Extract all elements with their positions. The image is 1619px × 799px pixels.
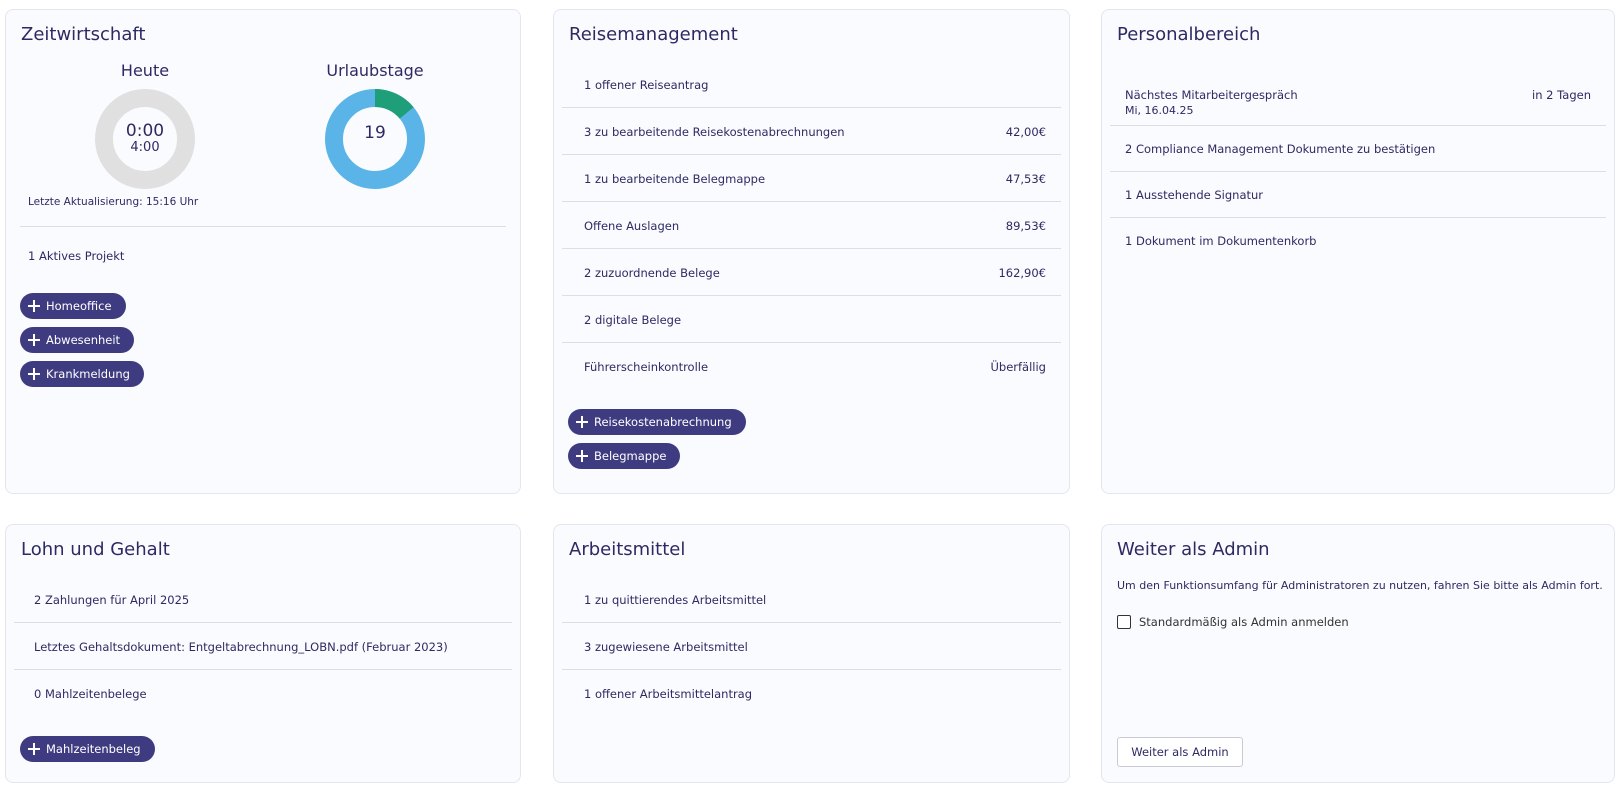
plus-icon bbox=[28, 300, 40, 312]
row-label: 1 offener Reiseantrag bbox=[584, 77, 709, 92]
row-label: Letztes Gehaltsdokument: Entgeltabrechnu… bbox=[34, 639, 448, 654]
lohn-row[interactable]: 0 Mahlzeitenbelege bbox=[14, 671, 512, 717]
personal-row[interactable]: 1 Ausstehende Signatur bbox=[1110, 172, 1606, 218]
lohn-row[interactable]: Letztes Gehaltsdokument: Entgeltabrechnu… bbox=[14, 624, 512, 670]
row-label: 1 Ausstehende Signatur bbox=[1125, 187, 1264, 202]
row-label: 2 Compliance Management Dokumente zu bes… bbox=[1125, 141, 1436, 156]
card-reisemanagement: Reisemanagement 1 offener Reiseantrag 3 … bbox=[553, 9, 1070, 494]
row-label: Führerscheinkontrolle bbox=[584, 360, 709, 374]
card-title: Reisemanagement bbox=[569, 24, 738, 45]
row-label: 3 zu bearbeitende Reisekostenabrechnunge… bbox=[584, 124, 845, 139]
today-value: 0:00 bbox=[125, 121, 165, 141]
active-project: 1 Aktives Projekt bbox=[28, 249, 125, 263]
card-title: Weiter als Admin bbox=[1117, 539, 1270, 560]
card-personalbereich: Personalbereich Nächstes Mitarbeitergesp… bbox=[1101, 9, 1615, 494]
next-talk-label: Nächstes Mitarbeitergespräch bbox=[1125, 88, 1298, 102]
last-update: Letzte Aktualisierung: 15:16 Uhr bbox=[28, 196, 199, 208]
card-arbeitsmittel: Arbeitsmittel 1 zu quittierendes Arbeits… bbox=[553, 524, 1070, 783]
continue-as-admin-button[interactable]: Weiter als Admin bbox=[1117, 737, 1243, 767]
add-abwesenheit-button[interactable]: Abwesenheit bbox=[20, 327, 135, 353]
checkbox-label[interactable]: Standardmäßig als Admin anmelden bbox=[1139, 615, 1349, 629]
card-title: Personalbereich bbox=[1117, 24, 1261, 45]
button-label: Reisekostenabrechnung bbox=[594, 415, 732, 429]
add-reisekostenabrechnung-button[interactable]: Reisekostenabrechnung bbox=[568, 409, 746, 435]
reise-row[interactable]: 2 zuzuordnende Belege 162,90€ bbox=[562, 250, 1061, 296]
add-belegmappe-button[interactable]: Belegmappe bbox=[568, 443, 681, 469]
card-title: Arbeitsmittel bbox=[569, 539, 686, 560]
row-label: 2 digitale Belege bbox=[584, 312, 682, 327]
button-label: Homeoffice bbox=[46, 299, 112, 313]
arbeitsmittel-row[interactable]: 1 offener Arbeitsmittelantrag bbox=[562, 671, 1061, 717]
card-lohn-und-gehalt: Lohn und Gehalt 2 Zahlungen für April 20… bbox=[5, 524, 521, 783]
row-label: 1 zu bearbeitende Belegmappe bbox=[584, 171, 766, 186]
admin-default-checkbox[interactable] bbox=[1117, 615, 1131, 629]
arbeitsmittel-row[interactable]: 1 zu quittierendes Arbeitsmittel bbox=[562, 577, 1061, 623]
row-value: Überfällig bbox=[990, 360, 1046, 374]
card-title: Zeitwirtschaft bbox=[21, 24, 146, 45]
row-label: Offene Auslagen bbox=[584, 218, 680, 233]
card-title: Lohn und Gehalt bbox=[21, 539, 170, 560]
divider bbox=[20, 226, 506, 227]
next-talk-row[interactable]: Nächstes Mitarbeitergespräch Mi, 16.04.2… bbox=[1110, 62, 1606, 126]
arbeitsmittel-row[interactable]: 3 zugewiesene Arbeitsmittel bbox=[562, 624, 1061, 670]
row-label: 1 Dokument im Dokumentenkorb bbox=[1125, 234, 1317, 248]
today-target: 4:00 bbox=[130, 140, 160, 155]
today-label: Heute bbox=[120, 61, 170, 80]
button-label: Krankmeldung bbox=[46, 367, 130, 381]
reise-row[interactable]: 1 offener Reiseantrag bbox=[562, 62, 1061, 108]
admin-description: Um den Funktionsumfang für Administrator… bbox=[1117, 579, 1603, 592]
row-label: 1 offener Arbeitsmittelantrag bbox=[584, 687, 753, 701]
personal-row[interactable]: 2 Compliance Management Dokumente zu bes… bbox=[1110, 126, 1606, 172]
reise-row[interactable]: Offene Auslagen 89,53€ bbox=[562, 203, 1061, 249]
plus-icon bbox=[28, 743, 40, 755]
active-project-row[interactable]: 1 Aktives Projekt bbox=[14, 233, 512, 279]
row-value: 47,53€ bbox=[1005, 171, 1046, 186]
card-admin: Weiter als Admin Um den Funktionsumfang … bbox=[1101, 524, 1615, 783]
vacation-label: Urlaubstage bbox=[326, 61, 424, 80]
row-label: 1 zu quittierendes Arbeitsmittel bbox=[584, 592, 767, 607]
row-value: 162,90€ bbox=[998, 265, 1046, 280]
reise-row[interactable]: Führerscheinkontrolle Überfällig bbox=[562, 344, 1061, 390]
row-value: 89,53€ bbox=[1005, 218, 1046, 233]
personal-row[interactable]: 1 Dokument im Dokumentenkorb bbox=[1110, 218, 1606, 264]
next-talk-date: Mi, 16.04.25 bbox=[1125, 104, 1194, 117]
row-label: 0 Mahlzeitenbelege bbox=[34, 687, 147, 701]
lohn-row[interactable]: 2 Zahlungen für April 2025 bbox=[14, 577, 512, 623]
plus-icon bbox=[28, 334, 40, 346]
button-label: Abwesenheit bbox=[46, 333, 121, 347]
row-label: 2 Zahlungen für April 2025 bbox=[34, 592, 190, 607]
reise-row[interactable]: 3 zu bearbeitende Reisekostenabrechnunge… bbox=[562, 109, 1061, 155]
button-label: Mahlzeitenbeleg bbox=[46, 742, 141, 756]
vacation-value: 19 bbox=[364, 123, 386, 143]
row-value: 42,00€ bbox=[1005, 124, 1046, 139]
add-homeoffice-button[interactable]: Homeoffice bbox=[20, 293, 126, 319]
row-label: 3 zugewiesene Arbeitsmittel bbox=[584, 639, 748, 654]
add-krankmeldung-button[interactable]: Krankmeldung bbox=[20, 361, 144, 387]
reise-row[interactable]: 2 digitale Belege bbox=[562, 297, 1061, 343]
plus-icon bbox=[576, 450, 588, 462]
button-label: Belegmappe bbox=[594, 449, 667, 463]
row-label: 2 zuzuordnende Belege bbox=[584, 265, 720, 280]
plus-icon bbox=[576, 416, 588, 428]
add-mahlzeitenbeleg-button[interactable]: Mahlzeitenbeleg bbox=[20, 736, 155, 762]
next-talk-in: in 2 Tagen bbox=[1532, 88, 1591, 102]
reise-row[interactable]: 1 zu bearbeitende Belegmappe 47,53€ bbox=[562, 156, 1061, 202]
card-zeitwirtschaft: Zeitwirtschaft Heute 0:00 4:00 Urlaubsta… bbox=[5, 9, 521, 494]
plus-icon bbox=[28, 368, 40, 380]
